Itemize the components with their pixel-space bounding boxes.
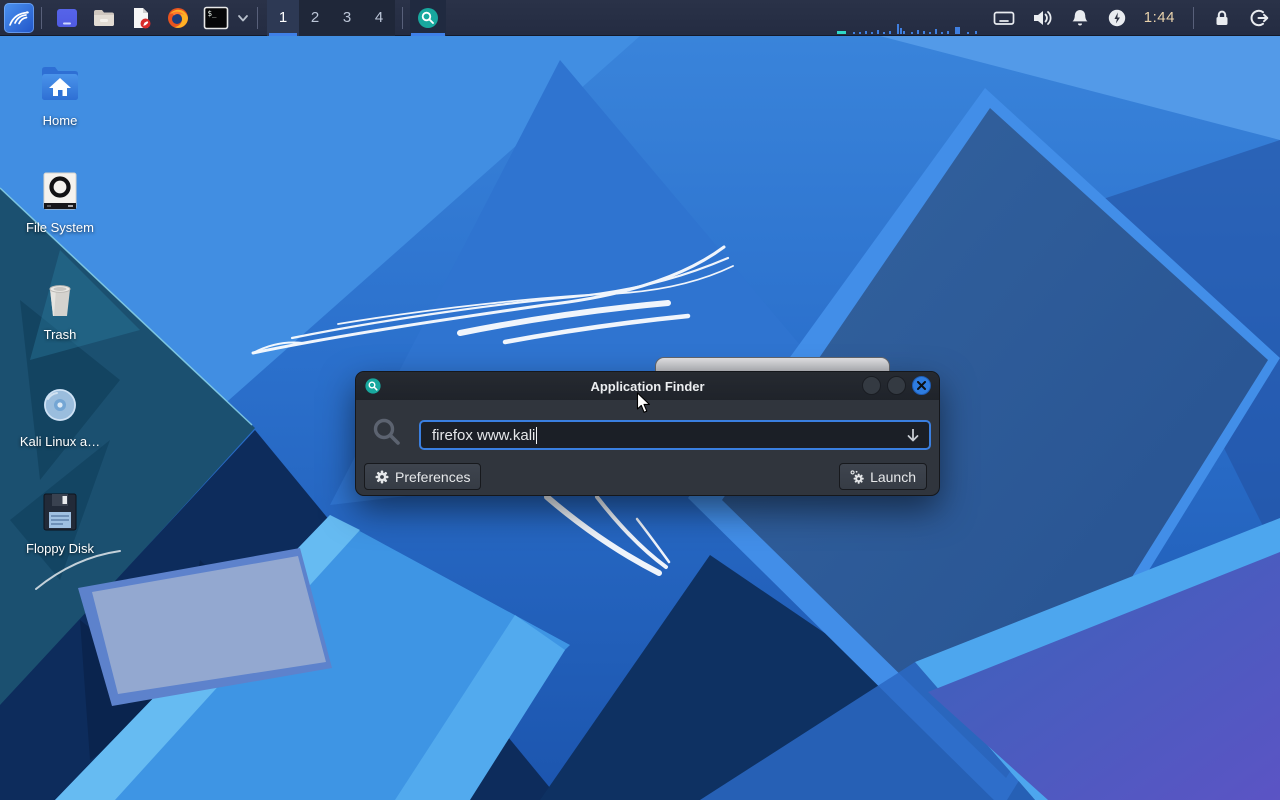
magnifier-teal-icon: [418, 7, 438, 28]
preferences-button-label: Preferences: [395, 468, 471, 485]
desktop-icon-file-system[interactable]: File System: [5, 167, 115, 235]
chevron-down-icon: [238, 14, 248, 21]
applications-menu-button[interactable]: [4, 2, 34, 33]
launch-button-label: Launch: [870, 468, 916, 485]
panel-separator: [402, 6, 403, 29]
desktop-icon-label: Floppy Disk: [26, 541, 94, 556]
power-bolt-icon: [1108, 9, 1125, 26]
lock-screen-button[interactable]: [1212, 8, 1232, 28]
workspace-1[interactable]: 1: [267, 0, 299, 36]
home-folder-icon: [42, 67, 78, 100]
panel-separator: [1193, 6, 1194, 29]
gear-icon: [375, 470, 389, 483]
text-editor-launcher[interactable]: [129, 6, 153, 30]
close-icon: [917, 381, 926, 390]
file-manager-folder-icon: [94, 9, 114, 26]
text-caret: [536, 426, 538, 444]
text-editor-document-icon: [134, 7, 151, 28]
search-input-value: firefox www.kali: [432, 426, 536, 444]
svg-text:$_: $_: [208, 9, 218, 18]
window-buttons: [862, 376, 931, 395]
application-finder-dialog: Application Finder firefox www.kali Pref…: [355, 371, 940, 496]
desktop-icon-floppy[interactable]: Floppy Disk: [5, 488, 115, 556]
trash-can-icon: [49, 285, 71, 316]
panel-separator: [41, 6, 42, 29]
terminal-menu-chevron[interactable]: [236, 11, 250, 25]
desktop-icon-trash[interactable]: Trash: [5, 274, 115, 342]
system-monitor-graph: [836, 24, 977, 34]
screen-window-icon: [57, 8, 77, 27]
lock-icon: [1216, 10, 1228, 25]
firefox-launcher[interactable]: [166, 6, 190, 30]
log-out-button[interactable]: [1249, 8, 1270, 28]
notifications[interactable]: [1070, 8, 1090, 28]
mouse-cursor: [636, 392, 650, 413]
terminal-launcher[interactable]: $_: [203, 5, 229, 31]
taskbar-application-finder[interactable]: [410, 0, 446, 36]
keyboard-icon: [993, 11, 1015, 25]
workspace-2[interactable]: 2: [299, 0, 331, 36]
file-manager-launcher[interactable]: [92, 6, 116, 30]
desktop-icon-label: File System: [26, 220, 94, 235]
desktop-icon-label: Trash: [43, 327, 77, 342]
launch-button[interactable]: Launch: [839, 463, 927, 490]
workspace-switcher: 1 2 3 4: [267, 0, 395, 36]
maximize-button[interactable]: [887, 376, 906, 395]
kali-dragon-icon: [9, 10, 29, 26]
close-button[interactable]: [912, 376, 931, 395]
search-input[interactable]: firefox www.kali: [419, 420, 931, 450]
workspace-4[interactable]: 4: [363, 0, 395, 36]
desktop-icon-kali-cd[interactable]: Kali Linux a…: [5, 381, 115, 449]
system-tray: 1:44: [993, 6, 1270, 29]
file-system-drive-icon: [43, 172, 77, 210]
bell-icon: [1072, 9, 1088, 25]
keyboard-indicator[interactable]: [993, 8, 1015, 28]
clock[interactable]: 1:44: [1144, 9, 1175, 26]
firefox-icon: [168, 7, 188, 28]
desktop-icon-label: Kali Linux a…: [19, 434, 101, 449]
volume-icon: [1033, 10, 1052, 25]
volume-control[interactable]: [1032, 8, 1053, 28]
screen-window-launcher[interactable]: [55, 6, 79, 30]
launch-gear-icon: [850, 469, 864, 484]
desktop-root: $_ 1 2 3 4 1:44 Home File System Trash K…: [0, 0, 1280, 800]
workspace-3[interactable]: 3: [331, 0, 363, 36]
desktop-icon-home[interactable]: Home: [5, 60, 115, 128]
quick-launchers: $_: [55, 5, 250, 31]
floppy-disk-icon: [43, 493, 77, 531]
preferences-button[interactable]: Preferences: [364, 463, 482, 490]
minimize-button[interactable]: [862, 376, 881, 395]
arrow-down-icon[interactable]: [905, 427, 921, 445]
desktop-icon-label: Home: [42, 113, 78, 128]
power-manager[interactable]: [1107, 8, 1127, 28]
search-icon: [373, 418, 400, 445]
terminal-icon: $_: [203, 6, 229, 29]
top-panel: $_ 1 2 3 4 1:44: [0, 0, 1280, 36]
cd-disc-icon: [44, 389, 76, 421]
panel-separator: [257, 6, 258, 29]
log-out-icon: [1250, 9, 1269, 26]
